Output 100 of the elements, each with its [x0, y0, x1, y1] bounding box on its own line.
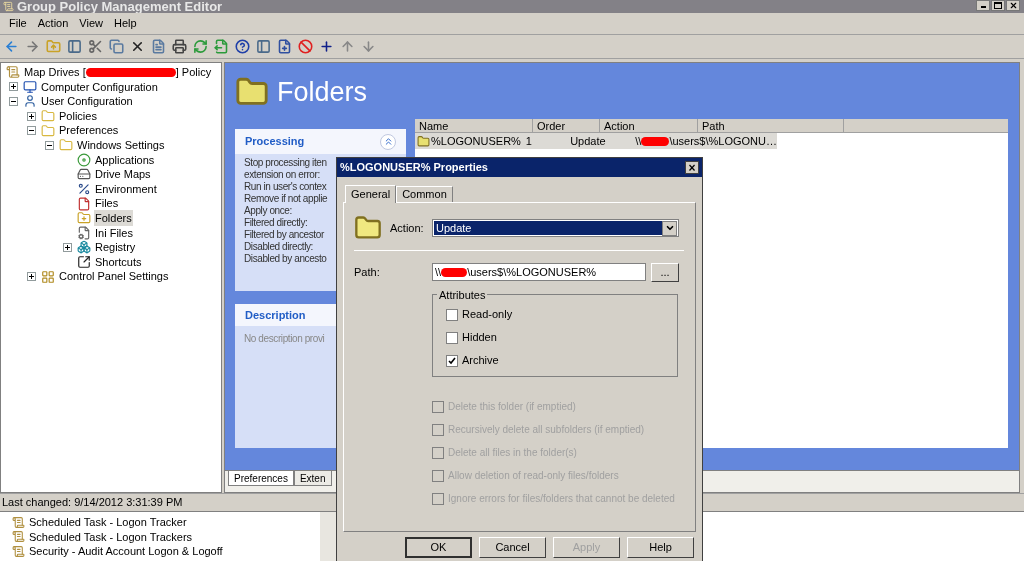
table-cell: Update: [570, 134, 606, 147]
close-icon[interactable]: [1006, 0, 1020, 11]
menu-item[interactable]: Help: [108, 15, 142, 32]
new-document-icon[interactable]: [277, 39, 292, 54]
list-item[interactable]: Security - Audit Account Logon & Logoff: [29, 543, 223, 560]
folder-icon: [41, 123, 55, 138]
dialog-button[interactable]: OK: [405, 537, 472, 558]
table-row[interactable]: %LOGONUSER% 1 Update \\ \users$\%LOGONU…: [415, 133, 777, 149]
copy-icon[interactable]: [109, 39, 124, 54]
browse-button[interactable]: ...: [651, 262, 679, 282]
tree-item[interactable]: Control Panel Settings: [58, 268, 170, 285]
view-tab[interactable]: Preferences: [228, 471, 294, 486]
menu-item[interactable]: Action: [32, 15, 74, 32]
expand-toggle[interactable]: [27, 111, 36, 121]
list-item[interactable]: Scheduled Task - Logon Trackers: [29, 528, 193, 546]
caret-icon: [664, 223, 675, 233]
tree-item[interactable]: Files: [94, 195, 120, 212]
view-tab[interactable]: Exten: [293, 471, 332, 486]
column-header[interactable]: Order: [533, 119, 600, 132]
cut-icon[interactable]: [88, 39, 103, 54]
registry-icon: [77, 240, 91, 255]
processing-line: Stop processing iten: [244, 157, 327, 169]
menu-item[interactable]: File: [4, 15, 32, 32]
checkbox[interactable]: [446, 308, 458, 321]
dialog-tab[interactable]: Common: [396, 186, 453, 202]
checkbox-label: Archive: [462, 353, 499, 369]
folder-icon: [417, 134, 430, 148]
tree-item[interactable]: Map Drives [: [24, 64, 86, 81]
percent-icon: [77, 182, 91, 197]
shortcut-icon: [77, 255, 91, 269]
minimize-icon[interactable]: [976, 0, 990, 11]
dialog-button[interactable]: Help: [627, 537, 694, 558]
tree-item[interactable]: Folders: [94, 210, 133, 227]
tree-item[interactable]: Drive Maps: [94, 166, 152, 183]
tree-item[interactable]: Ini Files: [94, 224, 134, 242]
user-icon: [23, 94, 37, 109]
tree-item[interactable]: Environment: [94, 180, 158, 198]
scrollbar: [320, 512, 336, 561]
description-text: No description provi: [244, 333, 325, 344]
control-panel-icon: [41, 269, 55, 284]
collapse-toggle[interactable]: [27, 126, 36, 136]
maximize-icon[interactable]: [991, 0, 1005, 11]
back-icon[interactable]: [4, 39, 19, 54]
collapse-toggle[interactable]: [9, 97, 18, 106]
tree-item[interactable]: Policies: [58, 107, 98, 125]
folder-icon: [59, 138, 73, 153]
processing-line: Disabled by ancesto: [244, 253, 327, 265]
tree-item[interactable]: Computer Configuration: [40, 78, 159, 96]
tree-item[interactable]: ] Policy: [175, 64, 212, 81]
dialog-button[interactable]: Cancel: [479, 537, 546, 558]
policy-icon: [12, 515, 25, 529]
add-icon[interactable]: [319, 39, 334, 54]
print-icon[interactable]: [172, 39, 187, 54]
checkbox-label: Read-only: [462, 307, 513, 323]
column-header[interactable]: Action: [600, 119, 698, 132]
refresh-icon[interactable]: [193, 39, 208, 54]
forward-icon[interactable]: [25, 39, 40, 54]
folder-icon: [354, 214, 382, 242]
dialog-tab[interactable]: General: [345, 185, 397, 203]
table-cell-text: \users$\%LOGONU…: [669, 133, 777, 149]
column-header[interactable]: Name: [415, 119, 533, 132]
processing-line: extension on error:: [244, 169, 320, 181]
checkbox[interactable]: [446, 354, 458, 367]
processing-line: Filtered directly:: [244, 217, 308, 229]
tree-item[interactable]: Preferences: [58, 122, 120, 139]
down-arrow-icon[interactable]: [361, 39, 376, 54]
tree-item[interactable]: Windows Settings: [76, 137, 166, 154]
card-title: Processing: [245, 134, 305, 150]
menu-item[interactable]: View: [74, 15, 108, 32]
policy-icon: [12, 530, 25, 544]
properties-icon[interactable]: [151, 39, 166, 54]
expand-toggle[interactable]: [27, 272, 36, 282]
field-label: Path:: [354, 264, 381, 280]
list-item[interactable]: Scheduled Task - Logon Tracker: [29, 514, 187, 531]
status-text: Last changed: 9/14/2012 3:31:39 PM: [2, 495, 183, 511]
expand-toggle[interactable]: [63, 242, 72, 252]
panel-icon[interactable]: [256, 39, 271, 54]
checkbox[interactable]: [446, 331, 458, 344]
table-cell-text: \\: [635, 133, 642, 149]
ini-file-icon: [77, 225, 91, 240]
close-button[interactable]: ×: [685, 161, 699, 174]
help-icon[interactable]: [235, 39, 250, 54]
window-title: Group Policy Management Editor: [17, 0, 223, 13]
panel-icon[interactable]: [67, 39, 82, 54]
tree-item[interactable]: User Configuration: [40, 93, 134, 110]
field-label: Action:: [390, 220, 425, 236]
tree-item[interactable]: Registry: [94, 239, 137, 256]
tree-item[interactable]: Applications: [94, 151, 156, 169]
collapse-toggle[interactable]: [45, 140, 54, 150]
collapse-button[interactable]: [380, 133, 396, 150]
delete-icon[interactable]: [130, 39, 145, 54]
expand-toggle[interactable]: [9, 82, 18, 92]
processing-line: Disabled directly:: [244, 241, 313, 253]
file-icon: [77, 196, 91, 211]
column-header[interactable]: Path: [698, 119, 844, 132]
export-icon[interactable]: [214, 39, 229, 54]
action-dropdown[interactable]: Update: [432, 219, 679, 237]
stop-icon[interactable]: [298, 39, 313, 54]
path-field[interactable]: \\ \users$\%LOGONUSER%: [432, 263, 646, 281]
tree-item[interactable]: Shortcuts: [94, 253, 143, 271]
